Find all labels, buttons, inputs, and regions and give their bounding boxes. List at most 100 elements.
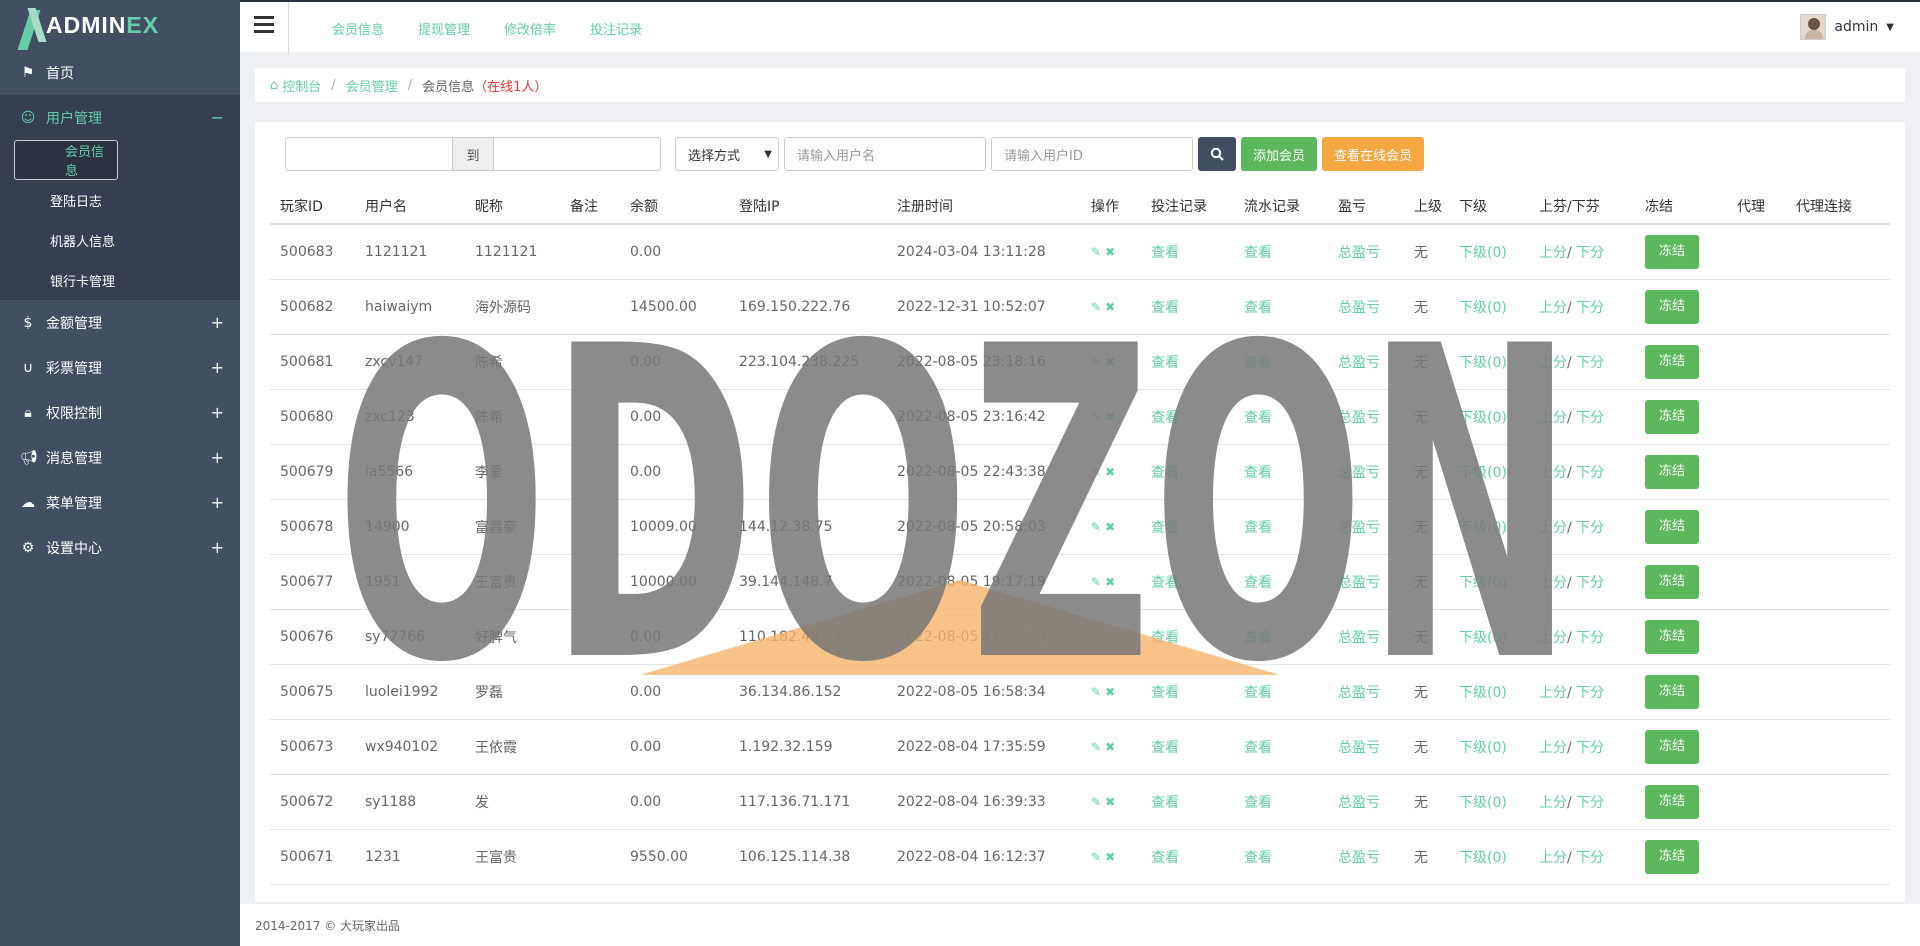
sidebar-subitem-robot-info[interactable]: 机器人信息: [0, 220, 240, 260]
add-score-link[interactable]: 上分: [1539, 410, 1567, 426]
view-bets-link[interactable]: 查看: [1141, 224, 1234, 280]
profit-link[interactable]: 总盈亏: [1328, 224, 1404, 280]
freeze-button[interactable]: 冻结: [1645, 729, 1699, 764]
add-score-link[interactable]: 上分: [1539, 795, 1567, 811]
view-bets-link[interactable]: 查看: [1141, 719, 1234, 775]
delete-icon[interactable]: ✖: [1105, 850, 1115, 864]
add-score-link[interactable]: 上分: [1539, 300, 1567, 316]
children-link[interactable]: 下级(0): [1449, 774, 1529, 830]
view-flow-link[interactable]: 查看: [1234, 554, 1328, 610]
start-date-input[interactable]: [285, 137, 453, 171]
sub-score-link[interactable]: 下分: [1576, 300, 1604, 316]
search-mode-select[interactable]: 选择方式 ▼: [675, 137, 779, 171]
profit-link[interactable]: 总盈亏: [1328, 719, 1404, 775]
topnav-withdraw[interactable]: 提现管理: [418, 19, 470, 38]
profit-link[interactable]: 总盈亏: [1328, 774, 1404, 830]
delete-icon[interactable]: ✖: [1105, 795, 1115, 809]
menu-toggle-icon[interactable]: [254, 16, 274, 36]
children-link[interactable]: 下级(0): [1449, 609, 1529, 665]
delete-icon[interactable]: ✖: [1105, 245, 1115, 259]
freeze-button[interactable]: 冻结: [1645, 399, 1699, 434]
view-flow-link[interactable]: 查看: [1234, 829, 1328, 885]
freeze-button[interactable]: 冻结: [1645, 454, 1699, 489]
sub-score-link[interactable]: 下分: [1576, 850, 1604, 866]
sidebar-item-messages[interactable]: 📢︎ 消息管理 +: [0, 435, 240, 480]
freeze-button[interactable]: 冻结: [1645, 509, 1699, 544]
search-button[interactable]: [1198, 137, 1236, 171]
edit-icon[interactable]: ✎: [1091, 630, 1101, 644]
view-bets-link[interactable]: 查看: [1141, 774, 1234, 830]
delete-icon[interactable]: ✖: [1105, 520, 1115, 534]
userid-input[interactable]: 请输入用户ID: [991, 137, 1193, 171]
view-flow-link[interactable]: 查看: [1234, 444, 1328, 500]
add-score-link[interactable]: 上分: [1539, 850, 1567, 866]
edit-icon[interactable]: ✎: [1091, 465, 1101, 479]
add-score-link[interactable]: 上分: [1539, 465, 1567, 481]
children-link[interactable]: 下级(0): [1449, 719, 1529, 775]
add-score-link[interactable]: 上分: [1539, 740, 1567, 756]
delete-icon[interactable]: ✖: [1105, 300, 1115, 314]
add-score-link[interactable]: 上分: [1539, 355, 1567, 371]
children-link[interactable]: 下级(0): [1449, 664, 1529, 720]
profit-link[interactable]: 总盈亏: [1328, 554, 1404, 610]
view-bets-link[interactable]: 查看: [1141, 829, 1234, 885]
profit-link[interactable]: 总盈亏: [1328, 499, 1404, 555]
children-link[interactable]: 下级(0): [1449, 279, 1529, 335]
view-flow-link[interactable]: 查看: [1234, 499, 1328, 555]
add-score-link[interactable]: 上分: [1539, 520, 1567, 536]
edit-icon[interactable]: ✎: [1091, 850, 1101, 864]
sidebar-subitem-bank-cards[interactable]: 银行卡管理: [0, 260, 240, 300]
children-link[interactable]: 下级(0): [1449, 224, 1529, 280]
sidebar-item-menus[interactable]: ☁ 菜单管理 +: [0, 480, 240, 525]
freeze-button[interactable]: 冻结: [1645, 234, 1699, 269]
sidebar-subitem-login-log[interactable]: 登陆日志: [0, 180, 240, 220]
add-score-link[interactable]: 上分: [1539, 630, 1567, 646]
view-flow-link[interactable]: 查看: [1234, 224, 1328, 280]
add-score-link[interactable]: 上分: [1539, 245, 1567, 261]
delete-icon[interactable]: ✖: [1105, 355, 1115, 369]
sidebar-subitem-member-info[interactable]: 会员信息: [14, 140, 118, 180]
sidebar-item-home[interactable]: ⚑ 首页: [0, 50, 240, 95]
view-bets-link[interactable]: 查看: [1141, 279, 1234, 335]
view-bets-link[interactable]: 查看: [1141, 554, 1234, 610]
view-bets-link[interactable]: 查看: [1141, 664, 1234, 720]
view-flow-link[interactable]: 查看: [1234, 609, 1328, 665]
delete-icon[interactable]: ✖: [1105, 410, 1115, 424]
view-online-button[interactable]: 查看在线会员: [1322, 137, 1425, 171]
freeze-button[interactable]: 冻结: [1645, 674, 1699, 709]
children-link[interactable]: 下级(0): [1449, 499, 1529, 555]
edit-icon[interactable]: ✎: [1091, 685, 1101, 699]
children-link[interactable]: 下级(0): [1449, 389, 1529, 445]
profit-link[interactable]: 总盈亏: [1328, 664, 1404, 720]
edit-icon[interactable]: ✎: [1091, 300, 1101, 314]
sidebar-item-lottery[interactable]: ∪ 彩票管理 +: [0, 345, 240, 390]
edit-icon[interactable]: ✎: [1091, 355, 1101, 369]
view-bets-link[interactable]: 查看: [1141, 499, 1234, 555]
freeze-button[interactable]: 冻结: [1645, 344, 1699, 379]
breadcrumb-section[interactable]: 会员管理: [346, 76, 398, 95]
delete-icon[interactable]: ✖: [1105, 740, 1115, 754]
view-flow-link[interactable]: 查看: [1234, 664, 1328, 720]
freeze-button[interactable]: 冻结: [1645, 619, 1699, 654]
sub-score-link[interactable]: 下分: [1576, 355, 1604, 371]
delete-icon[interactable]: ✖: [1105, 465, 1115, 479]
children-link[interactable]: 下级(0): [1449, 829, 1529, 885]
sub-score-link[interactable]: 下分: [1576, 795, 1604, 811]
freeze-button[interactable]: 冻结: [1645, 784, 1699, 819]
children-link[interactable]: 下级(0): [1449, 444, 1529, 500]
sidebar-item-user-management[interactable]: ☺ 用户管理 −: [0, 95, 240, 140]
delete-icon[interactable]: ✖: [1105, 630, 1115, 644]
profit-link[interactable]: 总盈亏: [1328, 829, 1404, 885]
sidebar-item-finance[interactable]: $ 金额管理 +: [0, 300, 240, 345]
edit-icon[interactable]: ✎: [1091, 410, 1101, 424]
profit-link[interactable]: 总盈亏: [1328, 279, 1404, 335]
sidebar-item-settings[interactable]: ⚙ 设置中心 +: [0, 525, 240, 570]
end-date-input[interactable]: [493, 137, 661, 171]
edit-icon[interactable]: ✎: [1091, 795, 1101, 809]
add-score-link[interactable]: 上分: [1539, 685, 1567, 701]
topnav-member-info[interactable]: 会员信息: [332, 19, 384, 38]
add-member-button[interactable]: 添加会员: [1241, 137, 1318, 171]
logo[interactable]: ADMINEX: [0, 0, 240, 50]
sub-score-link[interactable]: 下分: [1576, 740, 1604, 756]
freeze-button[interactable]: 冻结: [1645, 839, 1699, 874]
